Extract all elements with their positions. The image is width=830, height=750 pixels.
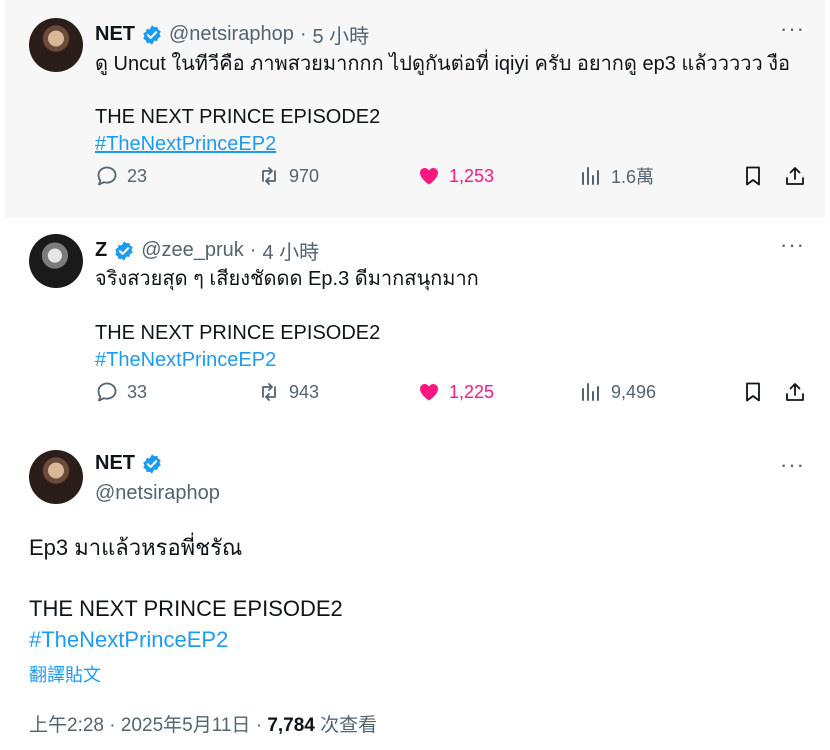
handle[interactable]: @netsiraphop — [95, 482, 220, 505]
post-timestamp[interactable]: 上午2:28 · 2025年5月11日 · — [29, 715, 267, 736]
hashtag-link[interactable]: #TheNextPrinceEP2 — [29, 627, 228, 653]
reply-icon — [95, 380, 119, 404]
tweet-text: ดู Uncut ในทีวีคือ ภาพสวยมากกก ไปดูกันต่… — [95, 53, 791, 75]
retweet-count: 970 — [289, 165, 320, 186]
more-options-icon[interactable]: ··· — [780, 16, 805, 42]
views-icon — [579, 380, 603, 404]
share-icon — [783, 164, 807, 188]
verified-badge-icon — [141, 453, 163, 475]
tweet-text: Ep3 มาแล้วหรอพี่ชรัณ — [29, 535, 243, 560]
avatar[interactable] — [29, 234, 83, 288]
display-name[interactable]: Z — [95, 239, 107, 262]
avatar[interactable] — [29, 450, 83, 504]
more-options-icon[interactable]: ··· — [780, 452, 805, 478]
views-label: 次查看 — [314, 715, 378, 736]
separator: · — [299, 23, 307, 45]
tweet-header: Z @zee_pruk · 4 小時 — [95, 236, 319, 265]
reply-count: 33 — [127, 381, 148, 402]
views-button[interactable]: 9,496 — [579, 380, 656, 404]
like-count: 1,225 — [449, 381, 495, 402]
retweet-icon — [257, 380, 281, 404]
bookmark-icon — [741, 380, 765, 404]
views-icon — [579, 164, 603, 188]
tweet-meta: 上午2:28 · 2025年5月11日 · 7,784 次查看 — [29, 710, 377, 737]
tweet-2[interactable]: Z @zee_pruk · 4 小時 ··· จริงสวยสุด ๆ เสีย… — [5, 218, 825, 440]
handle[interactable]: @zee_pruk — [141, 239, 244, 262]
retweet-icon — [257, 164, 281, 188]
verified-badge-icon — [141, 24, 163, 46]
heart-icon — [417, 380, 441, 404]
bookmark-button[interactable] — [741, 380, 765, 404]
display-name-row: NET — [95, 452, 163, 475]
tweet-header: NET @netsiraphop · 5 小時 — [95, 20, 369, 49]
handle[interactable]: @netsiraphop — [169, 23, 294, 46]
share-icon — [783, 380, 807, 404]
more-options-icon[interactable]: ··· — [780, 232, 805, 258]
display-name[interactable]: NET — [95, 23, 135, 46]
timestamp[interactable]: 5 小時 — [313, 20, 370, 49]
views-count: 9,496 — [611, 381, 657, 402]
reply-icon — [95, 164, 119, 188]
retweet-button[interactable]: 970 — [257, 164, 319, 188]
reply-button[interactable]: 23 — [95, 164, 147, 188]
display-name[interactable]: NET — [95, 452, 135, 475]
tweet-thread: NET @netsiraphop · 5 小時 ··· ดู Uncut ในท… — [0, 0, 830, 750]
reply-button[interactable]: 33 — [95, 380, 147, 404]
tweet-text-line2: THE NEXT PRINCE EPISODE2 — [95, 106, 381, 128]
share-button[interactable] — [783, 380, 807, 404]
translate-link[interactable]: 翻譯貼文 — [29, 661, 101, 687]
retweet-button[interactable]: 943 — [257, 380, 319, 404]
bookmark-button[interactable] — [741, 164, 765, 188]
views-button[interactable]: 1.6萬 — [579, 163, 654, 189]
reply-count: 23 — [127, 165, 148, 186]
like-button[interactable]: 1,225 — [417, 380, 494, 404]
separator: · — [249, 239, 257, 261]
tweet-text-line2: THE NEXT PRINCE EPISODE2 — [95, 322, 381, 344]
share-button[interactable] — [783, 164, 807, 188]
heart-icon — [417, 164, 441, 188]
like-count: 1,253 — [449, 165, 495, 186]
verified-badge-icon — [113, 240, 135, 262]
avatar[interactable] — [29, 18, 83, 72]
retweet-count: 943 — [289, 381, 320, 402]
tweet-1[interactable]: NET @netsiraphop · 5 小時 ··· ดู Uncut ในท… — [5, 0, 825, 218]
timestamp[interactable]: 4 小時 — [262, 236, 319, 265]
like-button[interactable]: 1,253 — [417, 164, 494, 188]
views-count: 7,784 — [267, 715, 315, 736]
views-count: 1.6萬 — [611, 167, 655, 187]
hashtag-link[interactable]: #TheNextPrinceEP2 — [95, 347, 276, 373]
focused-tweet: NET @netsiraphop ··· Ep3 มาแล้วหรอพี่ชรั… — [5, 440, 825, 750]
hashtag-link[interactable]: #TheNextPrinceEP2 — [95, 131, 276, 157]
tweet-text-line2: THE NEXT PRINCE EPISODE2 — [29, 596, 343, 621]
bookmark-icon — [741, 164, 765, 188]
tweet-text: จริงสวยสุด ๆ เสียงชัดดด Ep.3 ดีมากสนุกมา… — [95, 268, 479, 290]
